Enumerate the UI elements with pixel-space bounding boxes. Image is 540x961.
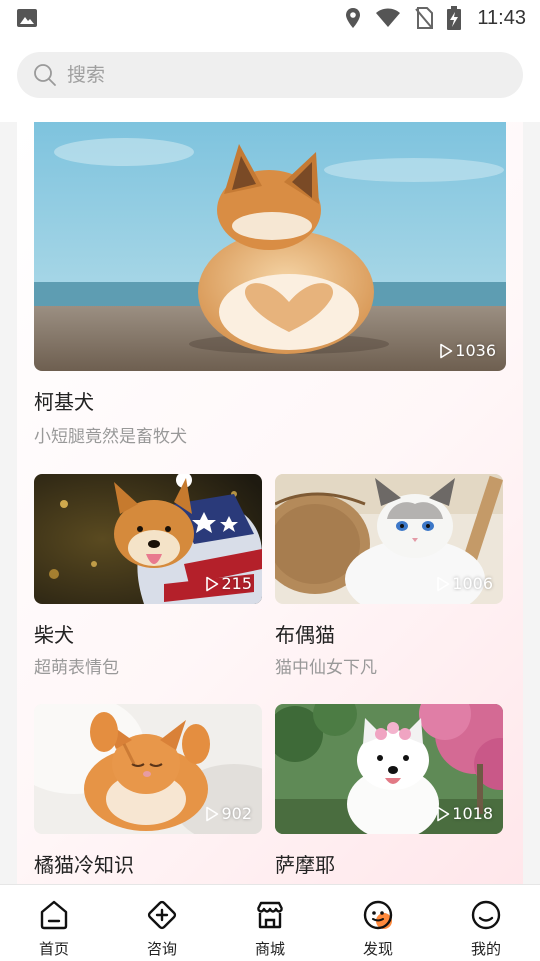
battery-charging-icon <box>447 6 462 30</box>
item-title-orange-cat[interactable]: 橘猫冷知识 <box>34 849 134 878</box>
nav-item-shop[interactable]: 商城 <box>216 885 324 961</box>
consult-icon <box>147 900 177 930</box>
nav-item-discover[interactable]: 发现 <box>324 885 432 961</box>
featured-play-count: 1036 <box>439 341 496 360</box>
play-icon <box>206 576 219 591</box>
play-count-shiba: 215 <box>205 574 252 593</box>
nav-item-consult[interactable]: 咨询 <box>108 885 216 961</box>
play-count-value: 1006 <box>452 574 493 593</box>
item-title-ragdoll[interactable]: 布偶猫 <box>275 619 335 648</box>
corgi-image <box>34 122 506 371</box>
search-bar[interactable] <box>17 52 523 98</box>
featured-title[interactable]: 柯基犬 <box>34 386 94 415</box>
item-subtitle-ragdoll: 猫中仙女下凡 <box>275 658 377 678</box>
wifi-icon <box>376 8 401 27</box>
gallery-icon <box>17 9 37 27</box>
nav-label-shop: 商城 <box>254 940 285 958</box>
nav-item-home[interactable]: 首页 <box>0 885 108 961</box>
play-count-value: 902 <box>221 804 252 823</box>
item-subtitle-shiba: 超萌表情包 <box>34 658 119 678</box>
search-header <box>0 36 540 122</box>
status-bar: 11:43 <box>0 0 540 36</box>
play-icon <box>437 806 450 821</box>
feed-card: 1036 柯基犬 小短腿竟然是畜牧犬 215 柴犬 超萌表情包 1006 布偶猫… <box>17 122 523 884</box>
discover-icon <box>363 900 393 930</box>
play-icon <box>437 576 450 591</box>
location-icon <box>346 8 361 28</box>
play-count-samoyed: 1018 <box>436 804 493 823</box>
featured-subtitle: 小短腿竟然是畜牧犬 <box>34 427 187 447</box>
nav-item-profile[interactable]: 我的 <box>432 885 540 961</box>
feed-content[interactable]: 1036 柯基犬 小短腿竟然是畜牧犬 215 柴犬 超萌表情包 1006 布偶猫… <box>0 122 540 884</box>
featured-play-count-value: 1036 <box>455 341 496 360</box>
status-icons: 11:43 <box>345 6 526 30</box>
play-count-ragdoll: 1006 <box>436 574 493 593</box>
nav-label-discover: 发现 <box>362 940 393 958</box>
play-icon <box>206 806 219 821</box>
play-icon <box>440 343 453 358</box>
play-count-value: 215 <box>221 574 252 593</box>
play-count-orange-cat: 902 <box>205 804 252 823</box>
nav-label-home: 首页 <box>38 940 69 958</box>
bottom-navigation: 首页 咨询 商城 发现 我的 <box>0 884 540 961</box>
search-icon <box>34 64 56 86</box>
status-time: 11:43 <box>477 6 526 29</box>
search-input[interactable] <box>65 63 469 87</box>
nav-label-profile: 我的 <box>470 940 501 958</box>
home-icon <box>40 900 68 930</box>
item-title-samoyed[interactable]: 萨摩耶 <box>275 849 335 878</box>
no-sim-icon <box>415 7 434 29</box>
play-count-value: 1018 <box>452 804 493 823</box>
item-title-shiba[interactable]: 柴犬 <box>34 619 74 648</box>
profile-icon <box>471 900 501 930</box>
video-thumbnail-shiba[interactable]: 215 <box>34 474 262 604</box>
video-thumbnail-orange-cat[interactable]: 902 <box>34 704 262 834</box>
video-thumbnail-ragdoll[interactable]: 1006 <box>275 474 503 604</box>
shop-icon <box>256 901 284 929</box>
featured-video-thumbnail[interactable]: 1036 <box>34 122 506 371</box>
video-thumbnail-samoyed[interactable]: 1018 <box>275 704 503 834</box>
nav-label-consult: 咨询 <box>146 940 177 958</box>
